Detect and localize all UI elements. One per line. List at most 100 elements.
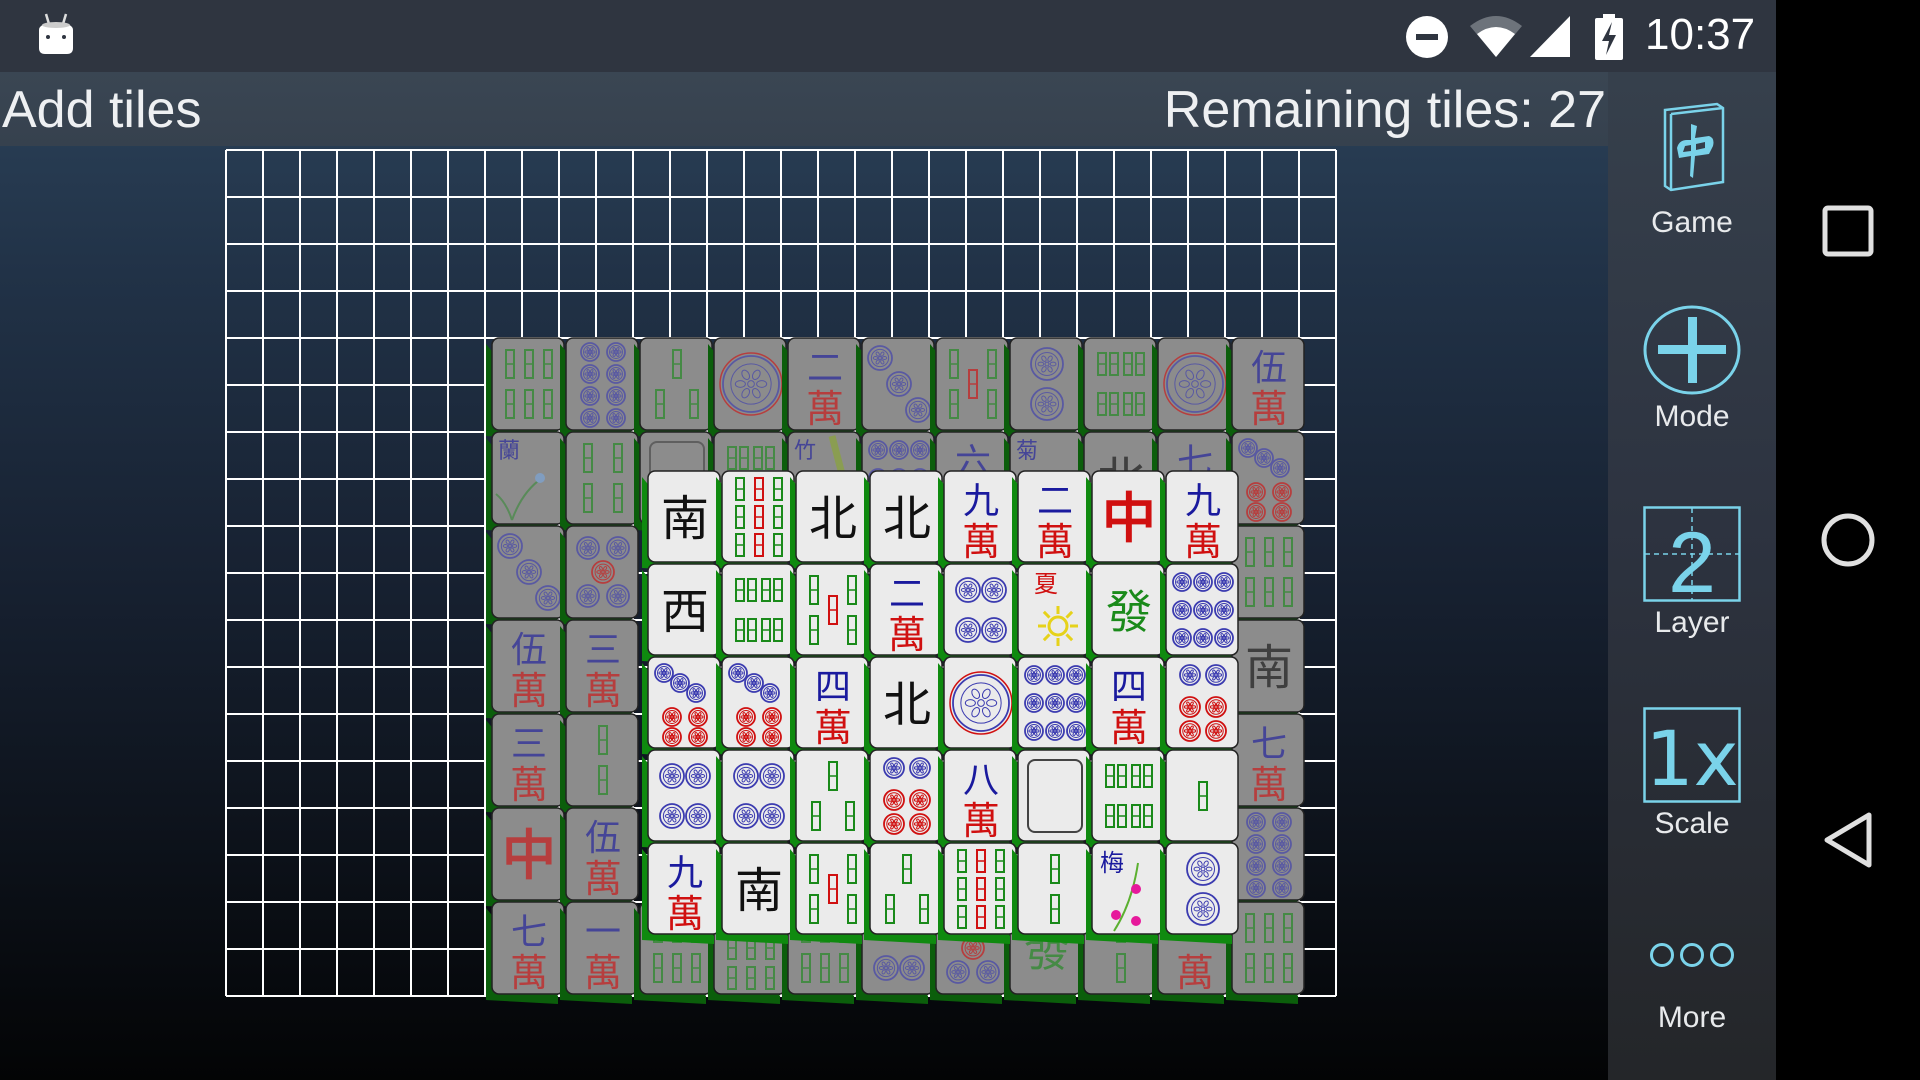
tile[interactable] [1076,337,1160,446]
tile[interactable]: 北 [862,470,946,578]
tile[interactable] [632,337,716,446]
mode-button[interactable]: Mode [1608,304,1776,434]
tile[interactable] [484,525,568,634]
tile[interactable]: 九萬 [1158,470,1242,578]
tile[interactable]: 北 [862,656,946,764]
svg-text:蘭: 蘭 [498,439,520,464]
tile[interactable] [1150,337,1234,446]
more-dots-icon [1650,943,1734,967]
tile[interactable] [714,656,798,764]
svg-text:萬: 萬 [1176,951,1214,995]
svg-text:伍: 伍 [585,818,621,859]
tile[interactable]: 九萬 [640,842,724,950]
tile[interactable]: 發 [1084,563,1168,671]
tile[interactable] [1010,656,1094,764]
svg-text:萬: 萬 [806,387,844,431]
game-label: Game [1651,206,1733,239]
layer-button[interactable]: 2 Layer [1608,506,1776,640]
svg-text:萬: 萬 [1250,763,1288,807]
tile[interactable] [714,563,798,671]
tile[interactable]: 九萬 [936,470,1020,578]
tile[interactable]: 中 [484,807,568,916]
svg-text:西: 西 [661,584,709,640]
tile[interactable]: 二萬 [780,337,864,446]
tile[interactable] [484,337,568,446]
svg-text:九: 九 [1185,481,1221,522]
tile[interactable]: 八萬 [936,749,1020,857]
svg-text:萬: 萬 [1250,387,1288,431]
tile[interactable]: 二萬 [862,563,946,671]
tile[interactable]: 蘭 [484,431,568,540]
tile[interactable] [1158,563,1242,671]
tile[interactable]: 二萬 [1010,470,1094,578]
tile[interactable] [640,656,724,764]
tile[interactable]: 三萬 [558,619,642,728]
svg-text:萬: 萬 [814,706,852,750]
svg-text:四: 四 [815,667,851,708]
wifi-icon [1470,16,1522,57]
back-button[interactable] [1822,811,1874,869]
svg-text:北: 北 [809,491,857,547]
tile[interactable] [936,842,1020,950]
tile[interactable] [1084,749,1168,857]
scale-box-icon: 1x [1643,707,1741,803]
tile[interactable]: 一萬 [558,901,642,1010]
tile[interactable] [558,431,642,540]
tile[interactable]: 梅 [1084,842,1168,950]
tile[interactable]: 南 [714,842,798,950]
svg-text:九: 九 [963,481,999,522]
tile[interactable] [854,337,938,446]
tile[interactable]: 西 [640,563,724,671]
game-button[interactable]: Game [1608,102,1776,240]
svg-text:北: 北 [883,491,931,547]
tile[interactable]: 三萬 [484,713,568,822]
tile[interactable] [714,749,798,857]
tile[interactable]: 伍萬 [484,619,568,728]
home-button[interactable] [1820,512,1876,568]
tile[interactable] [928,337,1012,446]
svg-text:九: 九 [667,853,703,894]
android-notification-icon [39,13,73,54]
svg-text:萬: 萬 [584,669,622,713]
tile[interactable] [788,749,872,857]
scale-button[interactable]: 1x Scale [1608,707,1776,841]
svg-text:萬: 萬 [584,951,622,995]
recents-button[interactable] [1822,205,1874,257]
tile[interactable]: 伍萬 [558,807,642,916]
tile[interactable]: 南 [640,470,724,578]
tile[interactable] [1158,749,1242,857]
tile[interactable]: 北 [788,470,872,578]
tile[interactable] [936,656,1020,764]
tile[interactable] [706,337,790,446]
layer-value: 2 [1668,515,1716,602]
mode-label: Mode [1654,400,1730,433]
tile[interactable] [862,842,946,950]
tile[interactable] [1158,842,1242,950]
tile[interactable]: 夏 [1010,563,1094,671]
tile[interactable] [1010,749,1094,857]
tile[interactable]: 伍萬 [1224,337,1308,446]
tile[interactable] [640,749,724,857]
tile[interactable] [558,713,642,822]
tile[interactable] [558,525,642,634]
more-button[interactable]: More [1608,935,1776,1035]
tile[interactable]: 四萬 [1084,656,1168,764]
tile[interactable]: 四萬 [788,656,872,764]
tile[interactable] [558,337,642,446]
tile[interactable] [1010,842,1094,950]
tile[interactable] [788,842,872,950]
tile[interactable] [862,749,946,857]
tile[interactable] [788,563,872,671]
tile[interactable]: 中 [1084,470,1168,578]
tile[interactable] [1002,337,1086,446]
svg-text:萬: 萬 [584,857,622,901]
svg-text:萬: 萬 [510,763,548,807]
svg-text:萬: 萬 [962,520,1000,564]
tile[interactable]: 七萬 [484,901,568,1010]
tile[interactable] [714,470,798,578]
svg-text:南: 南 [1245,640,1293,696]
svg-text:四: 四 [1111,667,1147,708]
svg-text:伍: 伍 [1251,348,1287,389]
tile[interactable] [936,563,1020,671]
tile[interactable] [1158,656,1242,764]
